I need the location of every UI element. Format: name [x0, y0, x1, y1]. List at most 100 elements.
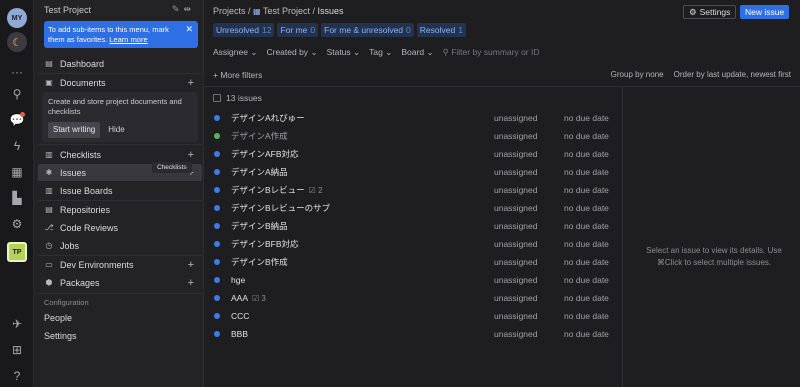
- issue-assignee[interactable]: unassigned: [494, 185, 537, 195]
- search-input[interactable]: ⚲ Filter by summary or ID: [443, 47, 540, 58]
- table-row[interactable]: デザインA作成 unassigned no due date: [204, 127, 622, 145]
- rocket-icon[interactable]: ✈: [7, 314, 27, 334]
- issue-assignee[interactable]: unassigned: [494, 203, 537, 213]
- add-package-icon[interactable]: +: [188, 277, 194, 289]
- sidebar-item-repositories[interactable]: ▤ Repositories: [38, 201, 202, 218]
- learn-more-link[interactable]: Learn more: [109, 35, 147, 44]
- sidebar-item-people[interactable]: People: [44, 313, 72, 323]
- chat-icon[interactable]: 💬: [7, 110, 27, 130]
- issue-due-date[interactable]: no due date: [564, 149, 609, 159]
- issue-assignee[interactable]: unassigned: [494, 329, 537, 339]
- issue-due-date[interactable]: no due date: [564, 131, 609, 141]
- tab-unresolved[interactable]: Unresolved 12: [213, 23, 275, 37]
- sidebar-item-issue-boards[interactable]: ▥ Issue Boards: [38, 182, 202, 199]
- group-by-select[interactable]: Group by none: [611, 70, 664, 79]
- select-all-checkbox[interactable]: [213, 94, 221, 102]
- order-by-select[interactable]: Order by last update, newest first: [674, 70, 791, 79]
- issue-due-date[interactable]: no due date: [564, 113, 609, 123]
- hide-button[interactable]: Hide: [108, 125, 124, 135]
- sidebar-item-packages[interactable]: ⬢ Packages +: [38, 274, 202, 291]
- issue-assignee[interactable]: unassigned: [494, 149, 537, 159]
- settings-button[interactable]: ⚙ Settings: [683, 5, 737, 19]
- issue-due-date[interactable]: no due date: [564, 203, 609, 213]
- table-row[interactable]: デザインB納品 unassigned no due date: [204, 217, 622, 235]
- table-row[interactable]: デザインB作成 unassigned no due date: [204, 253, 622, 271]
- help-icon[interactable]: ?: [7, 366, 27, 386]
- table-row[interactable]: AAA ☑ 3 unassigned no due date: [204, 289, 622, 307]
- issue-due-date[interactable]: no due date: [564, 329, 609, 339]
- add-dev-env-icon[interactable]: +: [188, 259, 194, 271]
- project-avatar[interactable]: TP: [7, 242, 27, 262]
- table-row[interactable]: hge unassigned no due date: [204, 271, 622, 289]
- collapse-icon[interactable]: ⇹: [183, 4, 195, 14]
- filter-label: Tag: [369, 47, 383, 57]
- table-row[interactable]: デザインBFB対応 unassigned no due date: [204, 235, 622, 253]
- issue-assignee[interactable]: unassigned: [494, 131, 537, 141]
- issue-title: デザインBレビュー ☑ 2: [231, 184, 323, 196]
- sidebar-item-code-reviews[interactable]: ⎇ Code Reviews: [38, 219, 202, 236]
- status-filter[interactable]: Status ⌄: [327, 47, 361, 58]
- issue-assignee[interactable]: unassigned: [494, 311, 537, 321]
- sidebar-item-checklists[interactable]: ▥ Checklists +: [38, 146, 202, 163]
- issue-title: デザインA作成: [231, 130, 288, 142]
- issue-assignee[interactable]: unassigned: [494, 167, 537, 177]
- issue-due-date[interactable]: no due date: [564, 167, 609, 177]
- created-by-filter[interactable]: Created by ⌄: [266, 47, 317, 58]
- admin-icon[interactable]: ⚙: [7, 214, 27, 234]
- issue-due-date[interactable]: no due date: [564, 311, 609, 321]
- org-icon[interactable]: ☾: [7, 32, 27, 52]
- issue-assignee[interactable]: unassigned: [494, 293, 537, 303]
- issue-due-date[interactable]: no due date: [564, 221, 609, 231]
- tab-for-me-unresolved[interactable]: For me & unresolved 0: [321, 23, 414, 37]
- issue-due-date[interactable]: no due date: [564, 239, 609, 249]
- issue-due-date[interactable]: no due date: [564, 275, 609, 285]
- issue-title-text: AAA: [231, 293, 249, 303]
- sidebar-item-documents[interactable]: ▣ Documents +: [38, 74, 202, 91]
- sidebar-item-dashboard[interactable]: ▤ Dashboard: [38, 55, 202, 72]
- table-row[interactable]: デザインBレビューのサブ unassigned no due date: [204, 199, 622, 217]
- configuration-heading: Configuration: [44, 298, 89, 307]
- sidebar-item-settings[interactable]: Settings: [44, 331, 77, 341]
- table-row[interactable]: デザインAれびゅー unassigned no due date: [204, 109, 622, 127]
- board-filter[interactable]: Board ⌄: [401, 47, 433, 58]
- automation-icon[interactable]: ϟ: [7, 136, 27, 156]
- sidebar-item-dev-environments[interactable]: ▭ Dev Environments +: [38, 256, 202, 273]
- breadcrumb-projects[interactable]: Projects: [213, 6, 246, 16]
- user-avatar[interactable]: MY: [7, 8, 27, 28]
- more-filters-button[interactable]: + More filters: [213, 70, 262, 80]
- add-checklist-icon[interactable]: +: [188, 149, 194, 161]
- edit-icon[interactable]: ✎: [172, 4, 184, 14]
- issue-due-date[interactable]: no due date: [564, 257, 609, 267]
- issue-due-date[interactable]: no due date: [564, 185, 609, 195]
- issue-due-date[interactable]: no due date: [564, 293, 609, 303]
- table-row[interactable]: デザインAFB対応 unassigned no due date: [204, 145, 622, 163]
- assignee-filter[interactable]: Assignee ⌄: [213, 47, 257, 58]
- tag-filter[interactable]: Tag ⌄: [369, 47, 392, 58]
- sidebar-item-jobs[interactable]: ◷ Jobs: [38, 237, 202, 254]
- tab-for-me[interactable]: For me 0: [277, 23, 319, 37]
- status-dot-icon: [214, 133, 220, 139]
- add-icon[interactable]: ⊞: [7, 340, 27, 360]
- issue-assignee[interactable]: unassigned: [494, 257, 537, 267]
- favorites-hint: To add sub-items to this menu, mark them…: [44, 21, 198, 48]
- sidebar-item-label: Documents: [60, 77, 106, 88]
- table-row[interactable]: デザインBレビュー ☑ 2 unassigned no due date: [204, 181, 622, 199]
- search-icon[interactable]: ⚲: [7, 84, 27, 104]
- project-sidebar: Test Project ✎⇹ To add sub-items to this…: [34, 0, 204, 387]
- issue-assignee[interactable]: unassigned: [494, 221, 537, 231]
- add-document-icon[interactable]: +: [188, 77, 194, 89]
- breadcrumb-project[interactable]: Test Project: [263, 6, 310, 16]
- new-issue-button[interactable]: New issue: [740, 5, 790, 19]
- modules-icon[interactable]: ▦: [7, 162, 27, 182]
- factory-icon[interactable]: ▙: [7, 188, 27, 208]
- more-icon[interactable]: ···: [7, 62, 27, 82]
- start-writing-button[interactable]: Start writing: [48, 122, 101, 138]
- tab-resolved[interactable]: Resolved 1: [416, 23, 466, 37]
- table-row[interactable]: CCC unassigned no due date: [204, 307, 622, 325]
- table-row[interactable]: BBB unassigned no due date: [204, 325, 622, 343]
- issue-assignee[interactable]: unassigned: [494, 275, 537, 285]
- issue-assignee[interactable]: unassigned: [494, 239, 537, 249]
- close-icon[interactable]: ✕: [185, 24, 193, 34]
- table-row[interactable]: デザインA納品 unassigned no due date: [204, 163, 622, 181]
- issue-assignee[interactable]: unassigned: [494, 113, 537, 123]
